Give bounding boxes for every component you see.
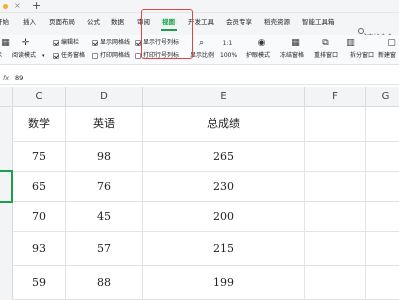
table-cell[interactable]: 230 (143, 172, 305, 202)
fx-icon[interactable]: fx (3, 74, 9, 82)
table-cell[interactable]: 76 (66, 172, 143, 202)
row-header-strip (0, 107, 13, 300)
table-cell[interactable] (366, 172, 399, 202)
show-gridlines-label: 显示网格线 (100, 39, 131, 46)
table-cell[interactable]: 199 (143, 266, 305, 300)
table-cell[interactable]: 英语 (66, 107, 143, 142)
table-cell[interactable] (305, 202, 366, 232)
freeze-panes-icon[interactable]: ▦ (290, 38, 301, 48)
table-cell[interactable]: 总成绩 (143, 107, 305, 142)
zoom-icon[interactable]: ⌕ (196, 38, 207, 48)
row-header-corner (0, 87, 13, 107)
table-cell[interactable]: 59 (13, 266, 66, 300)
tab-member[interactable]: 会员专享 (226, 18, 252, 27)
table-cell[interactable] (305, 142, 366, 172)
split-window-label[interactable]: 拆分窗口 (350, 52, 374, 60)
tab-formula[interactable]: 公式 (87, 18, 100, 27)
tab-smart-tools[interactable]: 智能工具箱 (302, 18, 335, 27)
tab-page-layout[interactable]: 页面布局 (49, 18, 75, 27)
print-row-col-label: 打印行号列标 (143, 52, 180, 59)
table-cell[interactable] (366, 232, 399, 266)
column-header-g[interactable]: G (366, 87, 399, 107)
edit-bar-checkbox[interactable] (53, 40, 59, 46)
table-cell[interactable]: 65 (13, 172, 66, 202)
one-to-one-icon[interactable]: 1:1 (222, 39, 233, 49)
split-window-icon[interactable]: ▥ (345, 38, 356, 48)
rearrange-window-label[interactable]: 重排窗口 (314, 52, 338, 60)
table-cell[interactable]: 98 (66, 142, 143, 172)
table-cell[interactable]: 45 (66, 202, 143, 232)
table-cell[interactable] (366, 266, 399, 300)
freeze-panes-label[interactable]: 冻结窗格 (280, 52, 304, 60)
search-icon[interactable] (358, 28, 364, 34)
table-cell[interactable]: 200 (143, 202, 305, 232)
task-pane-label: 任务窗格 (61, 52, 86, 59)
table-cell[interactable] (305, 107, 366, 142)
table-cell[interactable]: 215 (143, 232, 305, 266)
status-dot-icon (3, 4, 8, 9)
column-header-c[interactable]: C (13, 87, 66, 107)
tab-developer[interactable]: 开发工具 (188, 18, 214, 27)
active-tab-indicator (161, 29, 177, 31)
tab-view[interactable]: 视图 (160, 18, 177, 27)
zoom-ratio-label[interactable]: 显示比例 (190, 52, 214, 60)
close-tab-icon[interactable]: × (14, 1, 21, 11)
eye-mode-label[interactable]: 护眼模式 (246, 52, 270, 60)
print-row-col-checkbox[interactable] (135, 53, 141, 59)
new-tab-button[interactable]: + (32, 0, 41, 12)
table-cell[interactable]: 57 (66, 232, 143, 266)
tab-data[interactable]: 数据 (111, 18, 124, 27)
reading-mode-icon[interactable]: ✛ (20, 38, 31, 48)
formula-bar: fx 89 (0, 70, 399, 85)
print-gridlines-label: 打印网格线 (100, 52, 131, 59)
view-ribbon: ▦ ✛ ⌕ 1:1 ◉ ▦ ⧉ ▥ ▢ 编辑栏 显示网格线 显示行号列标 示 阅… (0, 35, 399, 65)
table-cell[interactable] (366, 142, 399, 172)
selected-cell-border (0, 170, 13, 203)
column-header-e[interactable]: E (143, 87, 305, 107)
column-header-d[interactable]: D (66, 87, 143, 107)
tab-review[interactable]: 审阅 (137, 18, 150, 27)
new-window-icon[interactable]: ▢ (386, 38, 397, 48)
menu-bar: 开始 插入 页面布局 公式 数据 审阅 视图 开发工具 会员专享 稻壳资源 智能… (0, 13, 399, 41)
tab-docer[interactable]: 稻壳资源 (264, 18, 290, 27)
table-cell[interactable] (305, 266, 366, 300)
rearrange-window-icon[interactable]: ⧉ (320, 38, 331, 48)
ribbon-cut-label: 示 (0, 52, 2, 60)
table-cell[interactable]: 75 (13, 142, 66, 172)
reading-mode-dropdown-icon[interactable]: ▾ (42, 52, 45, 60)
table-cell[interactable]: 数学 (13, 107, 66, 142)
sheet-grid: C D E F G 数学 英语 总成绩 75 98 265 65 76 230 … (0, 87, 399, 300)
edit-bar-label: 编辑栏 (61, 39, 80, 46)
task-pane-checkbox[interactable] (53, 53, 59, 59)
formula-input[interactable]: 89 (15, 74, 23, 82)
table-cell[interactable]: 265 (143, 142, 305, 172)
table-cell[interactable]: 88 (66, 266, 143, 300)
print-gridlines-checkbox[interactable] (92, 53, 98, 59)
new-window-label[interactable]: 新建窗 (378, 52, 396, 60)
tab-insert[interactable]: 插入 (23, 18, 36, 27)
zoom-100-label[interactable]: 100% (220, 52, 237, 60)
table-cell[interactable] (366, 107, 399, 142)
table-cell[interactable]: 93 (13, 232, 66, 266)
table-cell[interactable] (305, 232, 366, 266)
eye-icon[interactable]: ◉ (256, 38, 267, 48)
show-row-col-checkbox[interactable] (135, 40, 141, 46)
table-cell[interactable] (305, 172, 366, 202)
column-header-f[interactable]: F (305, 87, 366, 107)
normal-view-icon[interactable]: ▦ (0, 38, 11, 48)
spreadsheet-app: × + 开始 插入 页面布局 公式 数据 审阅 视图 开发工具 会员专享 稻壳资… (0, 0, 399, 300)
table-cell[interactable]: 70 (13, 202, 66, 232)
title-bar: × + (0, 0, 399, 13)
tab-home[interactable]: 开始 (0, 18, 9, 27)
table-cell[interactable] (366, 202, 399, 232)
show-gridlines-checkbox[interactable] (92, 40, 98, 46)
reading-mode-label[interactable]: 阅读模式 (12, 52, 36, 60)
show-row-col-label: 显示行号列标 (143, 39, 180, 46)
